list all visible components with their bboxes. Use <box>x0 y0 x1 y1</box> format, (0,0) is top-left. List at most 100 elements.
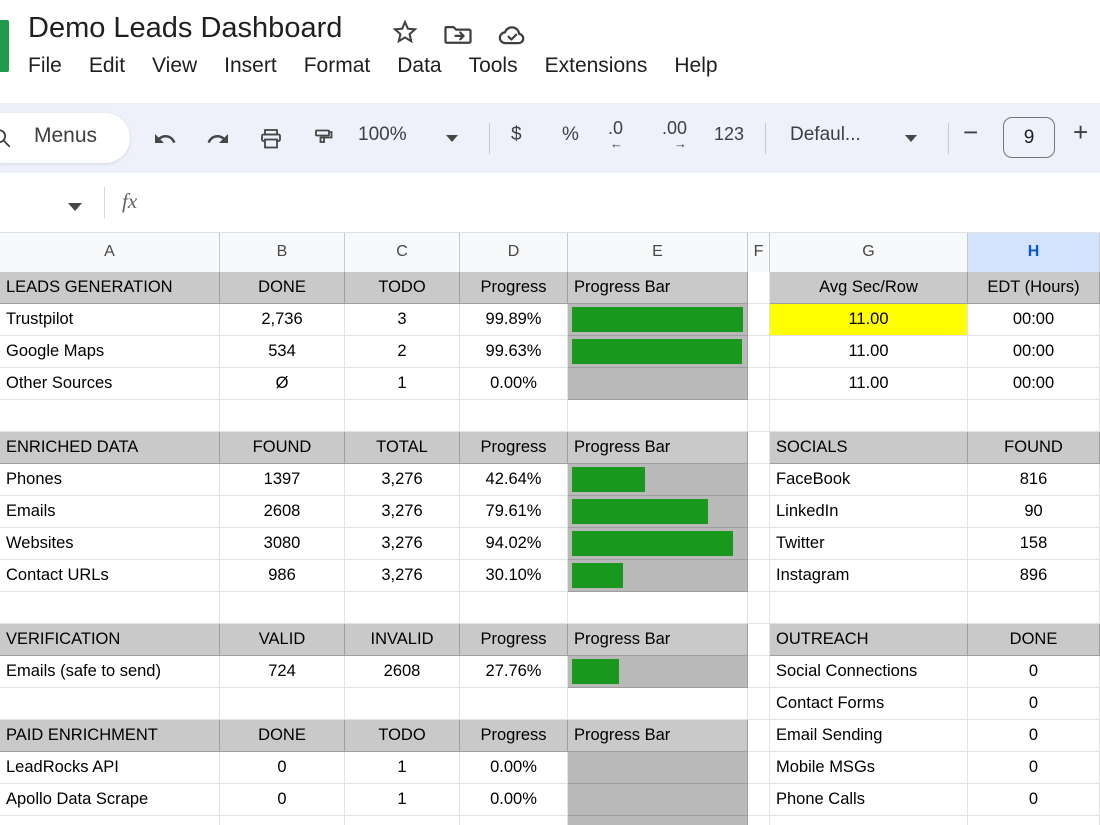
cell-H11[interactable] <box>968 592 1100 624</box>
cell-A9[interactable]: Websites <box>0 528 220 560</box>
cell-G15[interactable]: Email Sending <box>770 720 968 752</box>
increase-decimal-button[interactable]: .00 → <box>662 119 687 153</box>
undo-button[interactable] <box>146 120 184 158</box>
cell-H8[interactable]: 90 <box>968 496 1100 528</box>
cell-E6[interactable]: Progress Bar <box>568 432 748 464</box>
cell-C9[interactable]: 3,276 <box>345 528 460 560</box>
cell-F14[interactable] <box>748 688 770 720</box>
menu-item-help[interactable]: Help <box>674 54 717 78</box>
cell-A12[interactable]: VERIFICATION <box>0 624 220 656</box>
font-name-select[interactable]: Defaul... <box>790 124 861 146</box>
cell-D11[interactable] <box>460 592 568 624</box>
cell-A11[interactable] <box>0 592 220 624</box>
cell-A2[interactable]: Trustpilot <box>0 304 220 336</box>
cell-F3[interactable] <box>748 336 770 368</box>
cell-E3[interactable] <box>568 336 748 368</box>
cell-E2[interactable] <box>568 304 748 336</box>
menus-button[interactable]: Menus <box>0 113 130 163</box>
cell-G10[interactable]: Instagram <box>770 560 968 592</box>
cell-H1[interactable]: EDT (Hours) <box>968 272 1100 304</box>
cell-B2[interactable]: 2,736 <box>220 304 345 336</box>
cell-G4[interactable]: 11.00 <box>770 368 968 400</box>
cell-D18[interactable] <box>460 816 568 825</box>
percent-format-button[interactable]: % <box>562 124 579 146</box>
cell-D12[interactable]: Progress <box>460 624 568 656</box>
cell-H17[interactable]: 0 <box>968 784 1100 816</box>
cell-D3[interactable]: 99.63% <box>460 336 568 368</box>
menu-item-format[interactable]: Format <box>304 54 371 78</box>
cell-G18[interactable] <box>770 816 968 825</box>
column-header-F[interactable]: F <box>748 233 770 273</box>
cell-C13[interactable]: 2608 <box>345 656 460 688</box>
decrease-decimal-button[interactable]: .0 ← <box>608 119 623 153</box>
cell-F18[interactable] <box>748 816 770 825</box>
cell-C6[interactable]: TOTAL <box>345 432 460 464</box>
cell-E14[interactable] <box>568 688 748 720</box>
cell-G5[interactable] <box>770 400 968 432</box>
cell-D10[interactable]: 30.10% <box>460 560 568 592</box>
cell-H13[interactable]: 0 <box>968 656 1100 688</box>
cell-F2[interactable] <box>748 304 770 336</box>
column-header-A[interactable]: A <box>0 233 220 273</box>
cell-A18[interactable] <box>0 816 220 825</box>
cell-A7[interactable]: Phones <box>0 464 220 496</box>
cell-E7[interactable] <box>568 464 748 496</box>
cell-B18[interactable] <box>220 816 345 825</box>
cell-H12[interactable]: DONE <box>968 624 1100 656</box>
menu-item-edit[interactable]: Edit <box>89 54 125 78</box>
menu-item-file[interactable]: File <box>28 54 62 78</box>
cell-D9[interactable]: 94.02% <box>460 528 568 560</box>
currency-format-button[interactable]: $ <box>511 124 522 146</box>
cell-E10[interactable] <box>568 560 748 592</box>
cell-C10[interactable]: 3,276 <box>345 560 460 592</box>
cell-F1[interactable] <box>748 272 770 304</box>
cell-C3[interactable]: 2 <box>345 336 460 368</box>
cell-H14[interactable]: 0 <box>968 688 1100 720</box>
cell-H15[interactable]: 0 <box>968 720 1100 752</box>
cell-C16[interactable]: 1 <box>345 752 460 784</box>
cell-D16[interactable]: 0.00% <box>460 752 568 784</box>
cell-G11[interactable] <box>770 592 968 624</box>
menu-item-data[interactable]: Data <box>397 54 441 78</box>
cell-F12[interactable] <box>748 624 770 656</box>
cell-G9[interactable]: Twitter <box>770 528 968 560</box>
column-header-G[interactable]: G <box>770 233 968 273</box>
cell-G12[interactable]: OUTREACH <box>770 624 968 656</box>
cell-D6[interactable]: Progress <box>460 432 568 464</box>
cell-A4[interactable]: Other Sources <box>0 368 220 400</box>
cell-G2[interactable]: 11.00 <box>770 304 968 336</box>
cell-A3[interactable]: Google Maps <box>0 336 220 368</box>
increase-font-size-button[interactable]: + <box>1073 117 1088 148</box>
cell-E17[interactable] <box>568 784 748 816</box>
cell-G8[interactable]: LinkedIn <box>770 496 968 528</box>
cell-B12[interactable]: VALID <box>220 624 345 656</box>
cell-A15[interactable]: PAID ENRICHMENT <box>0 720 220 752</box>
zoom-select[interactable]: 100% <box>358 124 407 146</box>
cell-A16[interactable]: LeadRocks API <box>0 752 220 784</box>
cell-D7[interactable]: 42.64% <box>460 464 568 496</box>
cell-D4[interactable]: 0.00% <box>460 368 568 400</box>
cell-E15[interactable]: Progress Bar <box>568 720 748 752</box>
column-header-D[interactable]: D <box>460 233 568 273</box>
cell-C2[interactable]: 3 <box>345 304 460 336</box>
cell-D15[interactable]: Progress <box>460 720 568 752</box>
cell-G13[interactable]: Social Connections <box>770 656 968 688</box>
document-title[interactable]: Demo Leads Dashboard <box>28 12 342 45</box>
cell-D17[interactable]: 0.00% <box>460 784 568 816</box>
cell-B4[interactable]: Ø <box>220 368 345 400</box>
cell-D13[interactable]: 27.76% <box>460 656 568 688</box>
cell-D8[interactable]: 79.61% <box>460 496 568 528</box>
move-folder-icon[interactable] <box>443 19 473 49</box>
column-header-B[interactable]: B <box>220 233 345 273</box>
cell-C17[interactable]: 1 <box>345 784 460 816</box>
cell-F13[interactable] <box>748 656 770 688</box>
cell-G17[interactable]: Phone Calls <box>770 784 968 816</box>
cell-F9[interactable] <box>748 528 770 560</box>
column-header-E[interactable]: E <box>568 233 748 273</box>
cell-G1[interactable]: Avg Sec/Row <box>770 272 968 304</box>
cell-E12[interactable]: Progress Bar <box>568 624 748 656</box>
cell-G7[interactable]: FaceBook <box>770 464 968 496</box>
cell-E18[interactable] <box>568 816 748 825</box>
cell-B11[interactable] <box>220 592 345 624</box>
cell-H2[interactable]: 00:00 <box>968 304 1100 336</box>
